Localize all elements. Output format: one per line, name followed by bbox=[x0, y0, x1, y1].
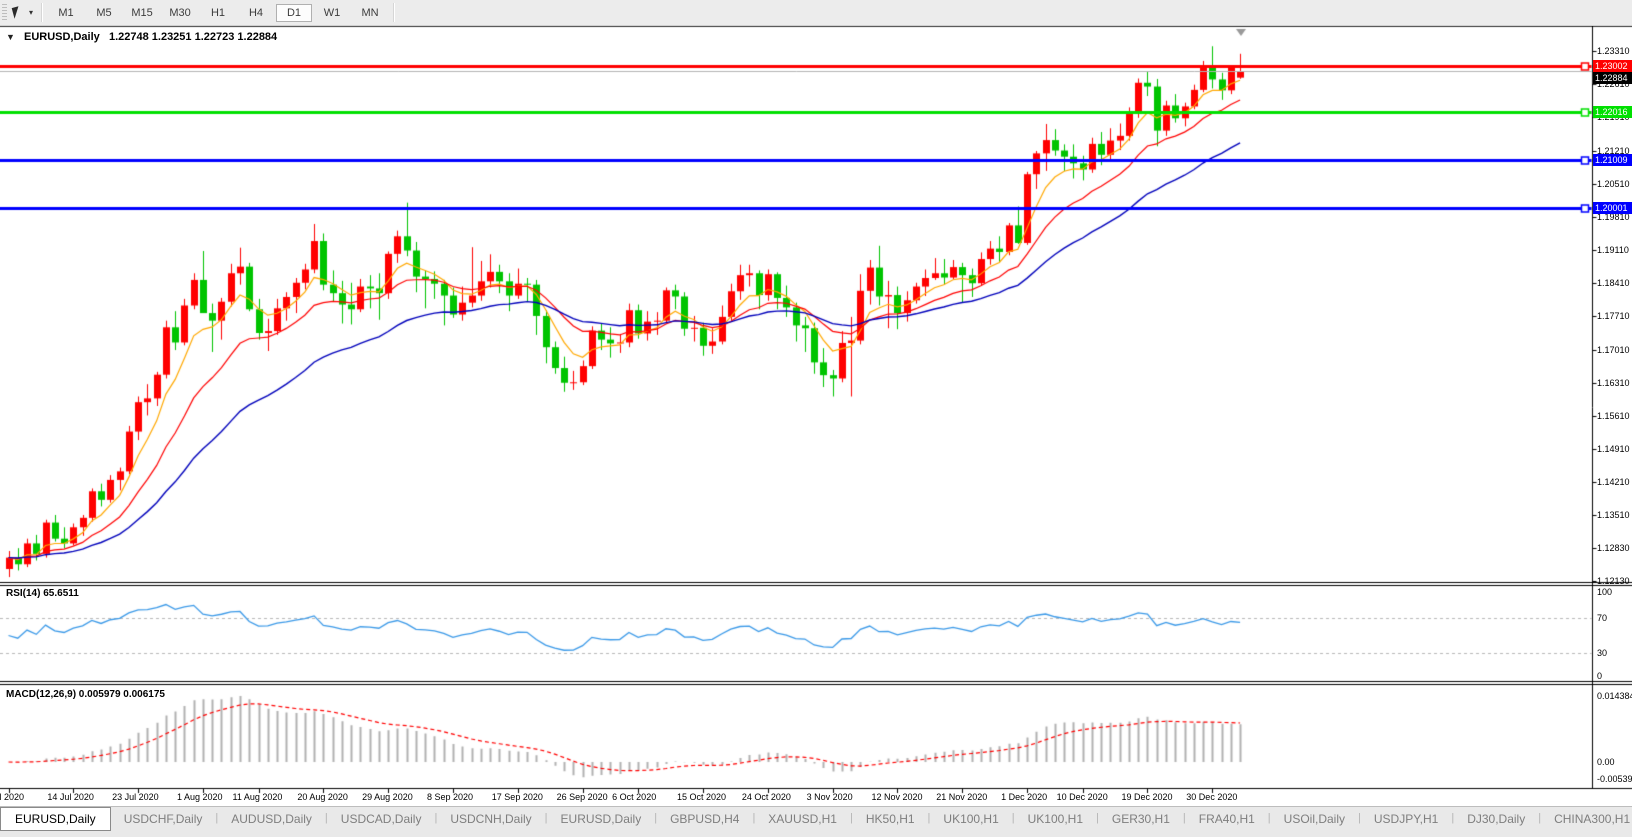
chart-tab-eurusd-daily-0[interactable]: EURUSD,Daily bbox=[0, 807, 111, 831]
chart-tab-bar: EURUSD,DailyUSDCHF,Daily|AUDUSD,Daily|US… bbox=[0, 806, 1632, 837]
price-axis-label: 1.12830 bbox=[1597, 543, 1630, 553]
chart-tab-gbpusd-h4-6[interactable]: GBPUSD,H4 bbox=[657, 807, 752, 831]
chart-tab-usdjpy-h1-14[interactable]: USDJPY,H1 bbox=[1361, 807, 1451, 831]
time-axis-label: 15 Oct 2020 bbox=[677, 792, 726, 802]
time-axis-label: 14 Jul 2020 bbox=[47, 792, 94, 802]
toolbar-grip[interactable] bbox=[2, 4, 7, 21]
time-axis-label: 20 Aug 2020 bbox=[297, 792, 348, 802]
chart-ohlc-values: 1.22748 1.23251 1.22723 1.22884 bbox=[109, 31, 277, 43]
timeframe-w1-button[interactable]: W1 bbox=[314, 4, 350, 22]
chart-tab-usdcnh-daily-4[interactable]: USDCNH,Daily bbox=[437, 807, 544, 831]
time-axis-label: 26 Sep 2020 bbox=[557, 792, 608, 802]
price-axis-label: 1.17710 bbox=[1597, 311, 1630, 321]
toolbar-separator-2 bbox=[393, 3, 395, 22]
timeframe-d1-button[interactable]: D1 bbox=[276, 4, 312, 22]
chart-tab-eurusd-daily-5[interactable]: EURUSD,Daily bbox=[548, 807, 655, 831]
price-axis-label: 1.13510 bbox=[1597, 510, 1630, 520]
cursor-tool-icon[interactable] bbox=[11, 5, 27, 21]
time-axis-label: 24 Oct 2020 bbox=[742, 792, 791, 802]
chart-tab-dj30-daily-15[interactable]: DJ30,Daily bbox=[1454, 807, 1538, 831]
time-axis-label: 11 Aug 2020 bbox=[233, 792, 283, 802]
time-axis-label: 12 Nov 2020 bbox=[871, 792, 922, 802]
chart-tab-uk100-h1-9[interactable]: UK100,H1 bbox=[930, 807, 1011, 831]
time-axis-label: 23 Jul 2020 bbox=[112, 792, 159, 802]
chart-tab-usdchf-daily-1[interactable]: USDCHF,Daily bbox=[111, 807, 216, 831]
price-axis-label: 1.15610 bbox=[1597, 411, 1630, 421]
chart-tab-uk100-h1-10[interactable]: UK100,H1 bbox=[1015, 807, 1096, 831]
price-axis-label: 1.23310 bbox=[1597, 46, 1630, 56]
rsi-axis-label: 30 bbox=[1597, 648, 1607, 658]
chart-collapse-icon[interactable]: ▼ bbox=[6, 32, 15, 42]
level-price-tag[interactable]: 1.23002 bbox=[1593, 60, 1632, 72]
rsi-axis-label: 100 bbox=[1597, 587, 1612, 597]
price-axis-label: 1.16310 bbox=[1597, 378, 1630, 388]
chart-symbol-label: EURUSD,Daily bbox=[24, 31, 100, 43]
toolbar-separator bbox=[41, 3, 43, 22]
time-axis-label: 21 Nov 2020 bbox=[936, 792, 987, 802]
chart-tab-fra40-h1-12[interactable]: FRA40,H1 bbox=[1186, 807, 1268, 831]
timeframe-m1-button[interactable]: M1 bbox=[48, 4, 84, 22]
rsi-axis-label: 70 bbox=[1597, 613, 1607, 623]
timeframe-buttons: M1M5M15M30H1H4D1W1MN bbox=[47, 4, 389, 22]
macd-axis-label: 0.00 bbox=[1597, 757, 1615, 767]
chart-tab-usdcad-daily-3[interactable]: USDCAD,Daily bbox=[328, 807, 435, 831]
time-axis-label: 17 Sep 2020 bbox=[492, 792, 543, 802]
chart-tab-usoil-daily-13[interactable]: USOil,Daily bbox=[1271, 807, 1358, 831]
rsi-axis-label: 0 bbox=[1597, 671, 1602, 681]
level-price-tag[interactable]: 1.21009 bbox=[1593, 154, 1632, 166]
time-axis-label: 29 Aug 2020 bbox=[362, 792, 413, 802]
time-axis-label: 19 Dec 2020 bbox=[1121, 792, 1172, 802]
price-chart-canvas[interactable] bbox=[0, 26, 1632, 806]
cursor-tool-dropdown-icon[interactable]: ▾ bbox=[29, 8, 33, 17]
time-axis-label: 10 Dec 2020 bbox=[1057, 792, 1108, 802]
timeframe-m5-button[interactable]: M5 bbox=[86, 4, 122, 22]
chart-tab-china300-h1-16[interactable]: CHINA300,H1 bbox=[1541, 807, 1632, 831]
time-axis-label: 30 Dec 2020 bbox=[1186, 792, 1237, 802]
timeframe-h1-button[interactable]: H1 bbox=[200, 4, 236, 22]
chart-window: ▼ EURUSD,Daily 1.22748 1.23251 1.22723 1… bbox=[0, 26, 1632, 806]
price-axis-label: 1.12130 bbox=[1597, 576, 1630, 586]
time-axis-label: 1 Aug 2020 bbox=[177, 792, 223, 802]
macd-axis-label: -0.00539 bbox=[1597, 774, 1632, 784]
price-axis-label: 1.20510 bbox=[1597, 179, 1630, 189]
timeframe-mn-button[interactable]: MN bbox=[352, 4, 388, 22]
time-axis-label: 4 Jul 2020 bbox=[0, 792, 24, 802]
timeframe-m30-button[interactable]: M30 bbox=[162, 4, 198, 22]
top-toolbar: ▾ M1M5M15M30H1H4D1W1MN bbox=[0, 0, 1632, 26]
price-axis-label: 1.14910 bbox=[1597, 444, 1630, 454]
time-axis-label: 6 Oct 2020 bbox=[612, 792, 656, 802]
level-price-tag[interactable]: 1.22016 bbox=[1593, 106, 1632, 118]
time-axis-label: 3 Nov 2020 bbox=[807, 792, 853, 802]
chart-tab-audusd-daily-2[interactable]: AUDUSD,Daily bbox=[218, 807, 325, 831]
chart-tab-xauusd-h1-7[interactable]: XAUUSD,H1 bbox=[755, 807, 850, 831]
timeframe-h4-button[interactable]: H4 bbox=[238, 4, 274, 22]
current-price-tag: 1.22884 bbox=[1593, 72, 1632, 84]
timeframe-m15-button[interactable]: M15 bbox=[124, 4, 160, 22]
time-axis-label: 1 Dec 2020 bbox=[1001, 792, 1047, 802]
price-axis-label: 1.19110 bbox=[1597, 245, 1629, 255]
chart-title: ▼ EURUSD,Daily 1.22748 1.23251 1.22723 1… bbox=[6, 31, 277, 43]
time-axis-label: 8 Sep 2020 bbox=[427, 792, 473, 802]
price-axis-label: 1.18410 bbox=[1597, 278, 1630, 288]
rsi-label: RSI(14) 65.6511 bbox=[6, 588, 79, 599]
chart-tab-ger30-h1-11[interactable]: GER30,H1 bbox=[1099, 807, 1183, 831]
macd-axis-label: 0.014384 bbox=[1597, 691, 1632, 701]
level-price-tag[interactable]: 1.20001 bbox=[1593, 202, 1632, 214]
chart-tab-hk50-h1-8[interactable]: HK50,H1 bbox=[853, 807, 928, 831]
price-axis-label: 1.17010 bbox=[1597, 345, 1630, 355]
price-axis-label: 1.14210 bbox=[1597, 477, 1630, 487]
macd-label: MACD(12,26,9) 0.005979 0.006175 bbox=[6, 689, 165, 700]
